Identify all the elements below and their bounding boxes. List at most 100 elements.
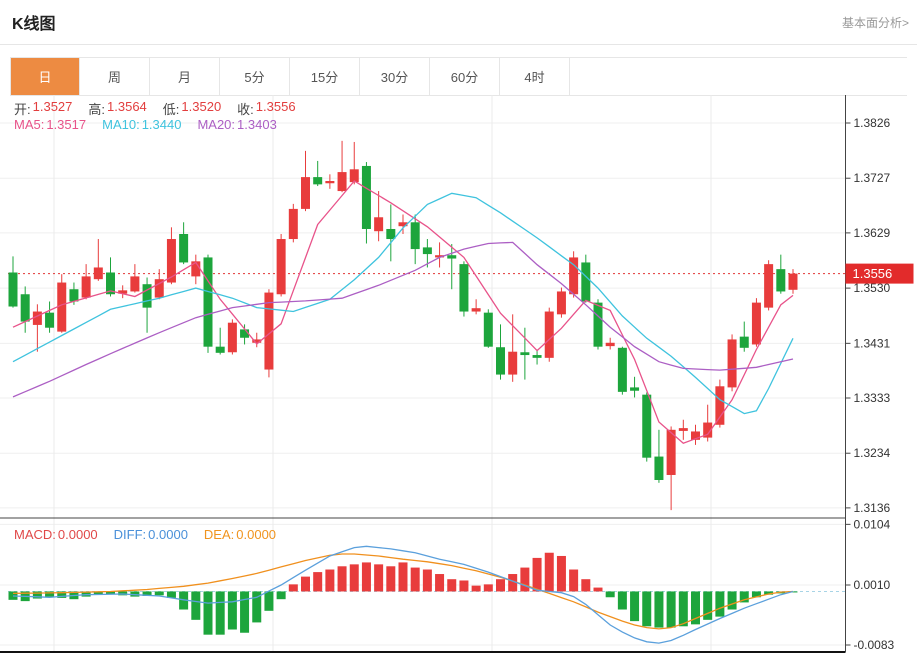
macd-bar	[496, 579, 505, 591]
macd-bar	[472, 586, 481, 592]
macd-bar	[594, 588, 603, 592]
axis-tick-label: 1.3431	[854, 336, 891, 350]
candle-body	[496, 347, 505, 374]
tab-5min[interactable]: 5分	[220, 58, 290, 95]
macd-bar	[606, 591, 615, 597]
period-tabbar: 日 周 月 5分 15分 30分 60分 4时	[10, 57, 907, 96]
candle-body	[57, 283, 66, 332]
candle-body	[33, 312, 42, 325]
macd-bar	[264, 591, 273, 610]
candle-body	[411, 222, 420, 249]
axis-tick-label: -0.0083	[854, 638, 895, 652]
tab-60min[interactable]: 60分	[430, 58, 500, 95]
tab-month[interactable]: 月	[150, 58, 220, 95]
axis-tick-label: 1.3234	[854, 446, 891, 460]
macd-bar	[667, 591, 676, 627]
macd-bar	[630, 591, 639, 621]
candle-body	[167, 239, 176, 283]
candle-body	[740, 337, 749, 348]
axis-tick-label: 1.3136	[854, 501, 891, 515]
candle-body	[228, 323, 237, 353]
candle-body	[130, 276, 139, 291]
axis-tick-label: 1.3629	[854, 226, 891, 240]
macd-bar	[435, 574, 444, 591]
tab-day[interactable]: 日	[10, 58, 80, 95]
macd-bar	[545, 553, 554, 592]
tab-4hour[interactable]: 4时	[500, 58, 570, 95]
axis-tick-label: 1.3727	[854, 171, 891, 185]
candle-body	[594, 303, 603, 347]
candle-body	[82, 276, 91, 297]
candle-body	[472, 308, 481, 311]
header-divider	[0, 44, 917, 45]
candle-body	[606, 343, 615, 346]
fundamental-analysis-link[interactable]: 基本面分析>	[842, 14, 909, 31]
macd-bar	[240, 591, 249, 632]
candle-body	[545, 312, 554, 358]
candle-body	[423, 247, 432, 254]
kline-chart-svg[interactable]: 1.38261.37271.36291.35301.34311.33331.32…	[0, 95, 917, 654]
tab-15min[interactable]: 15分	[290, 58, 360, 95]
candles-layer	[9, 141, 798, 510]
macd-bar	[313, 572, 322, 591]
macd-bar	[155, 591, 164, 595]
macd-bar	[728, 591, 737, 609]
macd-bar	[642, 591, 651, 626]
macd-bar	[569, 570, 578, 592]
diff-line	[13, 546, 793, 643]
candle-body	[776, 269, 785, 291]
macd-bar	[301, 577, 310, 592]
candle-body	[557, 291, 566, 314]
tab-week[interactable]: 周	[80, 58, 150, 95]
chart-area: 1.38261.37271.36291.35301.34311.33331.32…	[0, 95, 917, 654]
candle-body	[45, 313, 54, 328]
macd-bar	[338, 566, 347, 591]
axis-tick-label: 0.0010	[854, 578, 891, 592]
macd-bar	[557, 556, 566, 591]
candle-body	[69, 289, 78, 301]
candle-body	[9, 272, 18, 306]
axis-tick-label: 1.3333	[854, 391, 891, 405]
candle-body	[789, 274, 798, 290]
candle-body	[94, 267, 103, 279]
candle-body	[679, 428, 688, 431]
candle-body	[338, 172, 347, 191]
macd-bar	[484, 584, 493, 591]
macd-bar	[679, 591, 688, 626]
macd-bar	[459, 580, 468, 591]
candle-body	[581, 262, 590, 301]
candle-body	[459, 264, 468, 311]
macd-bar	[399, 562, 408, 591]
axis-tick-label: 0.0104	[854, 517, 891, 531]
macd-bar	[411, 568, 420, 592]
macd-bar	[520, 568, 529, 592]
candle-body	[289, 209, 298, 239]
page-title: K线图	[12, 10, 56, 34]
candle-body	[277, 239, 286, 294]
candle-body	[715, 386, 724, 424]
axis-tick-label: 1.3826	[854, 116, 891, 130]
candle-body	[667, 430, 676, 475]
macd-bar	[350, 564, 359, 591]
macd-bar	[204, 591, 213, 634]
macd-bar	[277, 591, 286, 599]
macd-bar	[325, 570, 334, 592]
candle-body	[728, 339, 737, 387]
candle-body	[179, 234, 188, 262]
candle-body	[301, 177, 310, 209]
macd-bar	[362, 562, 371, 591]
candle-body	[21, 294, 30, 321]
candle-body	[313, 177, 322, 184]
candle-body	[642, 395, 651, 458]
candle-body	[447, 255, 456, 258]
macd-bar	[533, 558, 542, 592]
candle-body	[630, 387, 639, 390]
macd-bar	[289, 584, 298, 591]
tab-30min[interactable]: 30分	[360, 58, 430, 95]
candle-body	[520, 352, 529, 355]
current-price-tag-value: 1.3556	[853, 266, 893, 281]
candle-body	[752, 303, 761, 345]
macd-bar	[423, 570, 432, 592]
macd-bar	[715, 591, 724, 616]
macd-bar	[374, 564, 383, 591]
